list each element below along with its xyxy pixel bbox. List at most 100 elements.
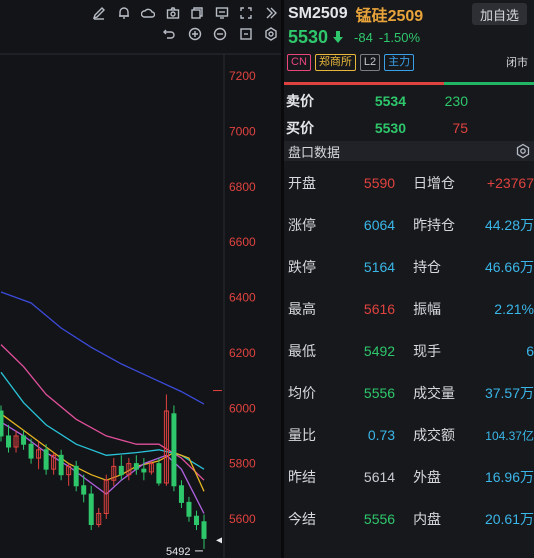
last-price-marker xyxy=(216,537,222,544)
price-change: -84 xyxy=(354,29,373,45)
stat-label: 最高 xyxy=(288,301,316,317)
collapse-icon[interactable] xyxy=(262,4,280,22)
stats-row: 最高 5616 振幅 2.21% xyxy=(284,288,534,330)
candle-body xyxy=(201,521,207,539)
stat-value: +23767 xyxy=(486,175,534,191)
stat-value: 6064 xyxy=(363,217,396,233)
panel-header: 盘口数据 xyxy=(284,141,534,161)
stat-label: 涨停 xyxy=(288,217,316,233)
quote-pane: SM2509 锰硅2509 加自选 5530 -84 -1.50% CN 郑商所… xyxy=(284,0,534,558)
stat-label: 昨结 xyxy=(288,469,316,485)
stat-label: 日增仓 xyxy=(413,175,456,191)
candle-body xyxy=(0,410,4,437)
ask-price: 5534 xyxy=(374,93,406,109)
stat-value: 6 xyxy=(526,343,534,359)
candle-body xyxy=(58,454,64,476)
chart-subtoolbar xyxy=(160,24,280,44)
y-tick-label: 7200 xyxy=(229,69,256,83)
bid-ask-ratio-bar xyxy=(284,82,534,85)
stat-label: 持仓 xyxy=(413,259,442,275)
zoom-in-icon[interactable] xyxy=(186,25,204,43)
stat-label: 量比 xyxy=(288,427,316,443)
candle-body xyxy=(88,493,94,526)
stats-row: 最低 5492 现手 6 xyxy=(284,330,534,372)
stats-table: 开盘 5590 日增仓 +23767 涨停 6064 昨持仓 44.28万 跌停 5164 持仓 46… xyxy=(284,162,534,540)
stat-label: 均价 xyxy=(288,385,316,401)
candle-body xyxy=(6,435,12,448)
fullscreen-icon[interactable] xyxy=(237,4,255,22)
stats-row: 量比 0.73 成交额 104.37亿 xyxy=(284,414,534,456)
reset-icon[interactable] xyxy=(237,25,255,43)
main-contract-tag: 主力 xyxy=(384,53,415,71)
candlestick-chart[interactable]: 7200 7000 6800 6600 6400 6200 6000 5800 5600 5492 xyxy=(0,48,281,558)
stats-row: 均价 5556 成交量 37.57万 xyxy=(284,372,534,414)
y-tick-label: 6600 xyxy=(229,235,256,249)
stat-value: 104.37亿 xyxy=(485,428,534,443)
bell-icon[interactable] xyxy=(115,4,133,22)
y-tick-label: 7000 xyxy=(229,124,256,138)
stat-label: 现手 xyxy=(413,343,442,359)
stat-label: 成交量 xyxy=(413,385,456,401)
candle-body xyxy=(118,465,124,476)
bid-label: 买价 xyxy=(286,120,314,136)
stats-row: 今结 5556 内盘 20.61万 xyxy=(284,498,534,540)
candle-body xyxy=(171,413,177,487)
bid-row: 买价 5530 75 xyxy=(284,115,534,141)
candle-body xyxy=(21,435,27,445)
cloud-icon[interactable] xyxy=(139,4,157,22)
pencil-icon[interactable] xyxy=(90,4,108,22)
region-tag: CN xyxy=(287,53,311,71)
stat-value: 0.73 xyxy=(367,427,396,443)
stats-row: 开盘 5590 日增仓 +23767 xyxy=(284,162,534,204)
chart-pane[interactable]: 7200 7000 6800 6600 6400 6200 6000 5800 5600 5492 xyxy=(0,0,281,558)
stat-value: 16.96万 xyxy=(484,469,534,485)
symbol-code: SM2509 xyxy=(288,5,348,22)
stats-row: 跌停 5164 持仓 46.66万 xyxy=(284,246,534,288)
y-tick-label: 6400 xyxy=(229,291,256,305)
bid-volume: 75 xyxy=(452,120,468,136)
settings-icon[interactable] xyxy=(262,25,280,43)
candle-body xyxy=(28,443,34,459)
candle-body xyxy=(81,485,87,495)
down-arrow-icon xyxy=(333,31,344,43)
stat-label: 内盘 xyxy=(413,511,442,527)
stat-value: 5556 xyxy=(363,385,396,401)
camera-icon[interactable] xyxy=(164,4,182,22)
stat-value: 37.57万 xyxy=(484,385,534,401)
stat-value: 5590 xyxy=(363,175,396,191)
moving-average-line xyxy=(0,291,205,405)
market-status: 闭市 xyxy=(506,57,528,69)
price-row: 5530 -84 -1.50% xyxy=(288,26,420,48)
stat-label: 昨持仓 xyxy=(413,217,456,233)
undo-icon[interactable] xyxy=(160,25,178,43)
stat-value: 5164 xyxy=(363,259,396,275)
stat-label: 成交额 xyxy=(413,427,456,443)
stat-label: 振幅 xyxy=(413,301,442,317)
stat-value: 5492 xyxy=(363,343,396,359)
stat-value: 5556 xyxy=(363,511,396,527)
add-favorite-button[interactable]: 加自选 xyxy=(471,3,527,25)
candle-body xyxy=(193,515,199,526)
candle-body xyxy=(178,485,184,503)
copy-icon[interactable] xyxy=(188,4,206,22)
symbol-name: 锰硅2509 xyxy=(355,8,424,25)
zoom-out-icon[interactable] xyxy=(211,25,229,43)
y-tick-label: 6800 xyxy=(229,180,256,194)
stat-label: 开盘 xyxy=(288,175,316,191)
candle-body xyxy=(186,501,192,517)
gear-icon[interactable] xyxy=(515,143,531,159)
stat-value: 46.66万 xyxy=(484,259,534,275)
screen-icon[interactable] xyxy=(213,4,231,22)
ask-ratio-segment xyxy=(444,82,534,85)
price-change-pct: -1.50% xyxy=(378,29,421,45)
stat-value: 44.28万 xyxy=(484,217,534,233)
candle-body xyxy=(43,449,49,470)
stats-row: 昨结 5614 外盘 16.96万 xyxy=(284,456,534,498)
chart-toolbar xyxy=(90,2,280,24)
y-tick-label: 6200 xyxy=(229,346,256,360)
level-tag[interactable]: L2 xyxy=(359,53,381,71)
bid-ratio-segment xyxy=(284,82,444,85)
stat-value: 5616 xyxy=(363,301,396,317)
y-tick-label: 6000 xyxy=(229,401,256,415)
stat-label: 外盘 xyxy=(413,469,442,485)
